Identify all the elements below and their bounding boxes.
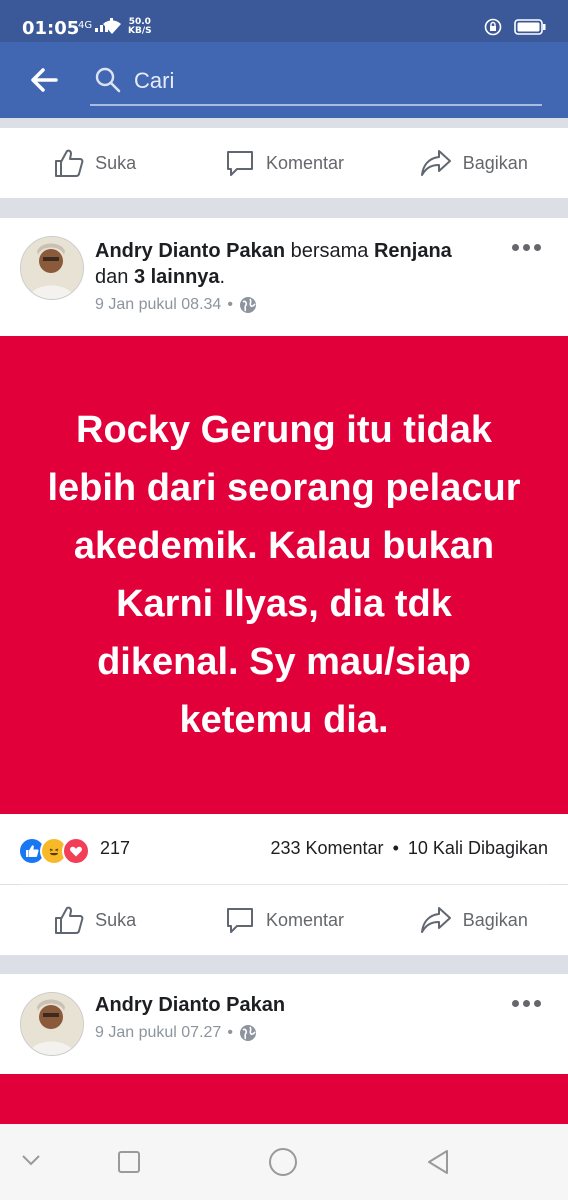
stats-separator: • bbox=[392, 838, 399, 858]
home-circle-icon[interactable] bbox=[268, 1147, 298, 1177]
meta-separator: • bbox=[227, 296, 233, 313]
and-word: dan bbox=[95, 266, 129, 288]
avatar[interactable] bbox=[20, 236, 84, 300]
author-name[interactable]: Andry Dianto Pakan bbox=[95, 240, 285, 262]
with-word: bersama bbox=[290, 240, 369, 262]
search-icon bbox=[95, 67, 121, 93]
wifi-icon bbox=[103, 20, 121, 34]
meta-separator: • bbox=[227, 1024, 233, 1041]
post-actions: Suka Komentar Bagikan bbox=[0, 885, 568, 955]
share-label: Bagikan bbox=[462, 909, 528, 930]
comment-icon bbox=[226, 908, 253, 933]
reaction-count[interactable]: 217 bbox=[100, 838, 130, 859]
comment-icon bbox=[226, 151, 253, 176]
avatar[interactable] bbox=[20, 992, 84, 1056]
status-bar: 01:05 4G 50.0 KB/S bbox=[0, 0, 568, 42]
reactions-summary[interactable] bbox=[18, 837, 90, 865]
share-label: Bagikan bbox=[462, 152, 528, 173]
post-content-preview bbox=[0, 1074, 568, 1124]
network-label: 4G bbox=[78, 20, 93, 31]
speed-unit: KB/S bbox=[128, 26, 152, 36]
network-speed: 50.0 KB/S bbox=[128, 18, 152, 36]
post-author-line: Andry Dianto Pakan bbox=[95, 992, 505, 1018]
post-stats: 217 233 Komentar • 10 Kali Dibagikan bbox=[0, 814, 568, 884]
post-text: Rocky Gerung itu tidak lebih dari seoran… bbox=[47, 409, 521, 741]
author-name[interactable]: Andry Dianto Pakan bbox=[95, 994, 285, 1016]
chevron-down-icon[interactable] bbox=[20, 1152, 42, 1168]
like-button[interactable]: Suka bbox=[0, 128, 189, 198]
recents-square-icon[interactable] bbox=[117, 1150, 141, 1174]
post-options-icon[interactable] bbox=[512, 244, 542, 256]
tagged-person[interactable]: Renjana bbox=[374, 240, 452, 262]
previous-post-actions: Suka Komentar Bagikan bbox=[0, 128, 568, 198]
post-options-icon[interactable] bbox=[512, 1000, 542, 1012]
share-icon bbox=[420, 907, 451, 933]
share-icon bbox=[420, 150, 451, 176]
comment-label: Komentar bbox=[265, 152, 345, 173]
like-button[interactable]: Suka bbox=[0, 885, 189, 955]
post-header: Andry Dianto Pakan 9 Jan pukul 07.27 • bbox=[0, 974, 568, 1074]
post-author-line: Andry Dianto Pakan bersama Renjana dan 3… bbox=[95, 238, 505, 290]
status-time: 01:05 bbox=[22, 18, 80, 39]
globe-icon bbox=[239, 297, 256, 313]
comment-label: Komentar bbox=[265, 909, 345, 930]
post-meta: 9 Jan pukul 08.34 • bbox=[95, 296, 257, 314]
thumbs-up-icon bbox=[55, 906, 84, 934]
profile-photo-icon bbox=[21, 993, 83, 1055]
love-reaction-icon bbox=[62, 837, 90, 865]
profile-photo-icon bbox=[21, 237, 83, 299]
sentence-dot: . bbox=[219, 266, 226, 288]
back-arrow-icon[interactable] bbox=[28, 64, 60, 96]
share-button[interactable]: Bagikan bbox=[379, 128, 568, 198]
share-count[interactable]: 10 Kali Dibagikan bbox=[408, 838, 548, 858]
search-bar[interactable] bbox=[90, 60, 542, 106]
back-triangle-icon[interactable] bbox=[425, 1148, 451, 1176]
search-input[interactable] bbox=[132, 66, 516, 96]
system-nav-bar bbox=[0, 1124, 568, 1200]
post-content: Rocky Gerung itu tidak lebih dari seoran… bbox=[0, 336, 568, 814]
battery-icon bbox=[514, 19, 546, 35]
post-header: Andry Dianto Pakan bersama Renjana dan 3… bbox=[0, 218, 568, 336]
comment-count[interactable]: 233 Komentar bbox=[270, 838, 383, 858]
like-label: Suka bbox=[95, 152, 137, 173]
engagement-summary: 233 Komentar • 10 Kali Dibagikan bbox=[270, 838, 548, 859]
share-button[interactable]: Bagikan bbox=[379, 885, 568, 955]
tagged-others[interactable]: 3 lainnya bbox=[134, 266, 220, 288]
globe-icon bbox=[239, 1025, 256, 1041]
post-meta: 9 Jan pukul 07.27 • bbox=[95, 1024, 257, 1042]
post-time[interactable]: 9 Jan pukul 07.27 bbox=[95, 1024, 221, 1042]
comment-button[interactable]: Komentar bbox=[189, 128, 378, 198]
post-time[interactable]: 9 Jan pukul 08.34 bbox=[95, 296, 221, 314]
app-bar bbox=[0, 42, 568, 118]
comment-button[interactable]: Komentar bbox=[189, 885, 378, 955]
rotation-lock-icon bbox=[484, 18, 502, 36]
thumbs-up-icon bbox=[55, 149, 84, 177]
like-label: Suka bbox=[95, 909, 137, 930]
